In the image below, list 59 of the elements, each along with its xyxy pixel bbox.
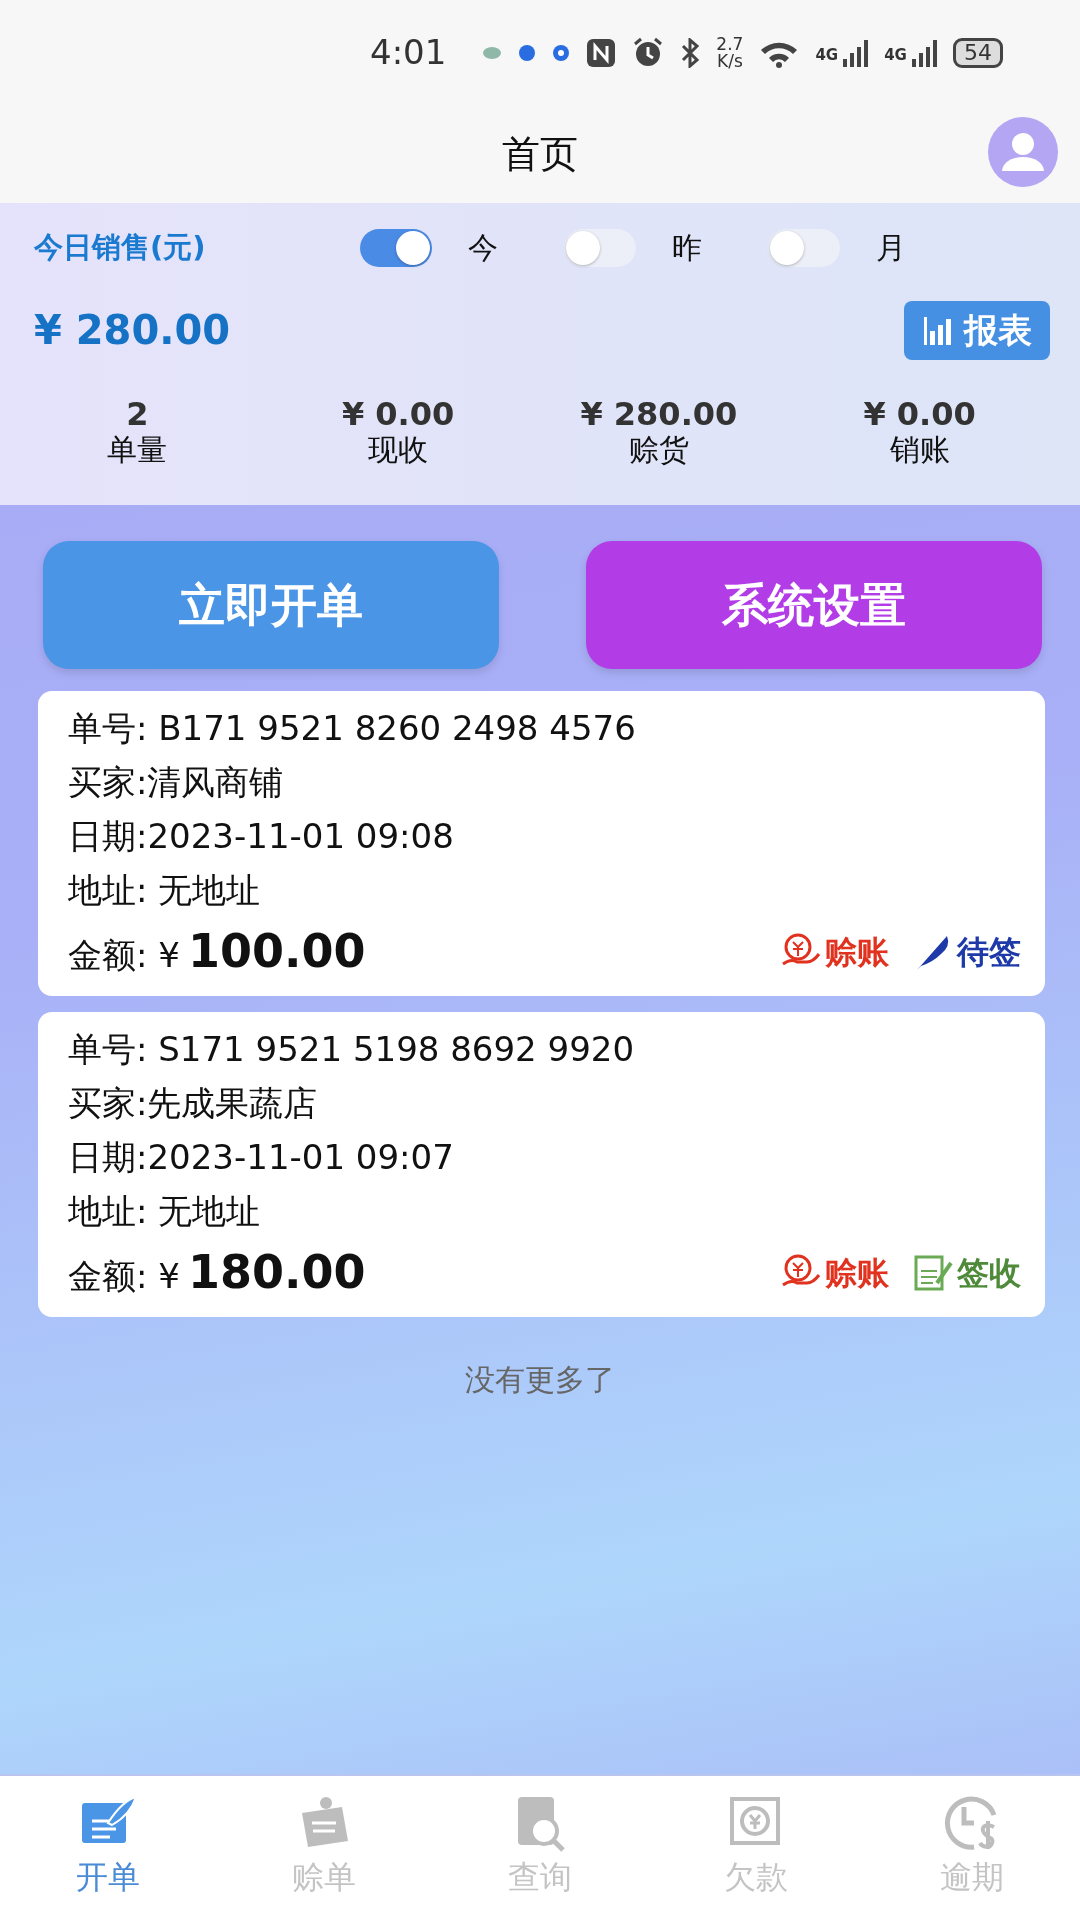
tab-item[interactable]: 欠款 <box>676 1792 836 1920</box>
toggle-label: 月 <box>876 229 907 267</box>
order-card[interactable]: 单号: B171 9521 8260 2498 4576 买家:清风商铺 日期:2023-11-01 09:08 地址: 无地址 金额: ¥ 100.00 赊账 待签 <box>38 691 1045 996</box>
battery-level: 54 <box>952 37 1003 68</box>
signal-icon <box>842 38 869 67</box>
order-address: 地址: 无地址 <box>68 869 262 912</box>
alarm-icon <box>632 36 665 69</box>
order-date: 日期:2023-11-01 09:07 <box>68 1136 455 1179</box>
toggle-switch[interactable] <box>768 228 840 267</box>
avatar-icon[interactable] <box>988 117 1058 187</box>
notification-icon <box>552 43 571 62</box>
report-button[interactable]: 报表 <box>904 300 1050 360</box>
stat-label: 现收 <box>368 432 429 468</box>
order-card[interactable]: 单号: S171 9521 5198 8692 9920 买家:先成果蔬店 日期:2023-11-01 09:07 地址: 无地址 金额: ¥ 180.00 赊账 签收 <box>38 1012 1045 1317</box>
stat-value: ¥ 0.00 <box>341 396 455 432</box>
stat-label: 单量 <box>107 432 168 468</box>
amount-label: 金额: ¥ <box>68 1255 180 1298</box>
signal-icon <box>910 38 937 67</box>
tab-item[interactable]: 查询 <box>460 1792 620 1920</box>
order-buyer: 买家:清风商铺 <box>68 761 285 804</box>
notification-icon <box>482 44 503 61</box>
order-date: 日期:2023-11-01 09:08 <box>68 815 455 858</box>
network-label: 4G <box>884 45 907 66</box>
toggle-label: 今 <box>468 229 499 267</box>
order-number: 单号: S171 9521 5198 8692 9920 <box>68 1028 636 1071</box>
new-order-button[interactable]: 立即开单 <box>43 541 499 669</box>
stat-label: 销账 <box>889 432 950 468</box>
network-label: 4G <box>815 45 839 66</box>
order-buyer: 买家:先成果蔬店 <box>68 1082 319 1125</box>
page-title: 首页 <box>502 130 578 178</box>
status-tag: 待签 <box>957 927 1021 976</box>
order-number: 单号: B171 9521 8260 2498 4576 <box>68 707 637 750</box>
amount-label: 金额: ¥ <box>68 934 180 977</box>
toggle-switch[interactable] <box>564 228 636 267</box>
notification-icon <box>518 43 537 62</box>
section-title: 今日销售(元) <box>34 228 207 266</box>
stat-value: ¥ 280.00 <box>580 396 738 432</box>
end-of-list-note: 没有更多了 <box>464 1361 616 1399</box>
status-tag: 签收 <box>957 1248 1021 1297</box>
toggle-switch[interactable] <box>360 228 432 267</box>
tab-item[interactable]: 赊单 <box>244 1792 404 1920</box>
tab-item[interactable]: 逾期 <box>892 1792 1052 1920</box>
settings-button[interactable]: 系统设置 <box>586 541 1042 669</box>
clock-time: 4:01 <box>370 31 447 74</box>
toggle-label: 昨 <box>672 229 703 267</box>
stat-value: ¥ 0.00 <box>863 396 976 432</box>
stat-label: 赊货 <box>628 432 689 468</box>
order-amount: 100.00 <box>187 923 366 980</box>
credit-tag: 赊账 <box>825 927 889 976</box>
order-amount: 180.00 <box>187 1244 366 1301</box>
bluetooth-icon <box>680 37 701 68</box>
nfc-icon <box>586 37 617 68</box>
stat-value: 2 <box>126 396 149 432</box>
sales-total: ¥ 280.00 <box>34 306 231 355</box>
tab-item[interactable]: 开单 <box>28 1792 188 1920</box>
speed-unit: K/s <box>717 52 743 70</box>
speed-value: 2.7 <box>716 35 744 53</box>
credit-tag: 赊账 <box>825 1248 889 1297</box>
order-address: 地址: 无地址 <box>68 1190 262 1233</box>
